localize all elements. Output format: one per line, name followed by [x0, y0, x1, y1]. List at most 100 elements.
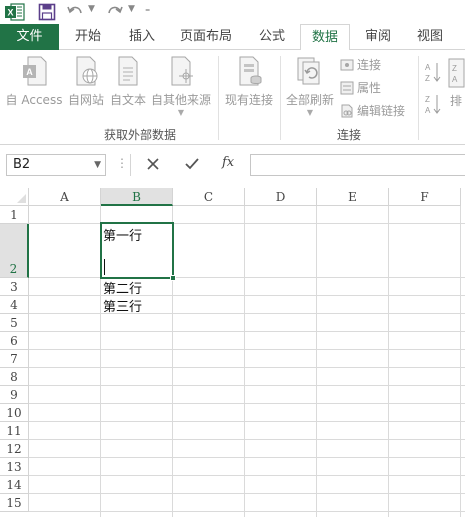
column-header-c[interactable]: C	[173, 188, 245, 206]
row-number: 10	[6, 406, 22, 420]
connections-label: 连接	[357, 58, 382, 72]
select-all-button[interactable]	[0, 188, 29, 206]
save-icon[interactable]	[38, 3, 56, 21]
row-number: 3	[10, 280, 18, 294]
worksheet-grid[interactable]: A B C D E F 1 2 3 4 5 6 7 8 9 10 11 12 1…	[0, 188, 465, 517]
tab-formulas[interactable]: 公式	[250, 24, 294, 50]
tab-file[interactable]: 文件	[0, 24, 59, 50]
formula-bar: B2 ▼ ⋮ fx	[0, 145, 465, 185]
grid-line	[29, 403, 465, 404]
cancel-icon[interactable]	[146, 157, 160, 171]
row-header-10[interactable]: 10	[0, 404, 29, 422]
redo-icon[interactable]	[106, 3, 124, 21]
row-header-15[interactable]: 15	[0, 494, 29, 512]
chevron-down-icon[interactable]: ▼	[94, 155, 101, 175]
from-access-button[interactable]: A 自 Access	[4, 54, 64, 108]
sort-descending-icon[interactable]: Z A	[424, 92, 442, 116]
existing-connections-button[interactable]: 现有连接	[222, 54, 276, 108]
from-web-label: 自网站	[67, 93, 104, 107]
row-header-4[interactable]: 4	[0, 296, 29, 314]
grid-line	[244, 206, 245, 517]
cell-b4[interactable]: 第三行	[103, 296, 142, 315]
row-header-13[interactable]: 13	[0, 458, 29, 476]
sort-icon[interactable]: Z A	[448, 58, 465, 88]
edit-links-button[interactable]: 编辑链接	[340, 102, 405, 122]
row-header-14[interactable]: 14	[0, 476, 29, 494]
undo-dropdown-icon[interactable]: ▼	[88, 4, 95, 14]
row-header-7[interactable]: 7	[0, 350, 29, 368]
grid-line	[316, 206, 317, 517]
fill-handle[interactable]	[170, 275, 176, 281]
tab-page-layout[interactable]: 页面布局	[174, 24, 238, 50]
row-header-5[interactable]: 5	[0, 314, 29, 332]
customize-qat-icon[interactable]: ₌	[145, 4, 150, 15]
tab-review[interactable]: 审阅	[356, 24, 400, 50]
from-other-sources-button[interactable]: 自其他来源 ▼	[148, 54, 214, 117]
refresh-all-label: 全部刷新	[285, 93, 334, 107]
row-header-2[interactable]: 2	[0, 224, 29, 278]
row-number: 8	[10, 370, 18, 384]
existing-connections-icon	[239, 56, 262, 86]
column-header-d[interactable]: D	[245, 188, 317, 206]
grid-line	[29, 493, 465, 494]
properties-icon	[340, 81, 354, 95]
column-header-b[interactable]: B	[101, 188, 173, 206]
svg-text:X: X	[7, 8, 13, 18]
web-icon	[76, 56, 98, 86]
svg-text:A: A	[425, 106, 431, 115]
insert-function-button[interactable]: fx	[222, 155, 234, 170]
chevron-down-icon: ▼	[306, 108, 314, 117]
connections-button[interactable]: 连接	[340, 56, 381, 76]
cell-b3[interactable]: 第二行	[103, 278, 142, 297]
select-all-icon	[17, 194, 26, 203]
from-other-sources-label: 自其他来源	[150, 93, 211, 107]
resize-handle-icon[interactable]: ⋮	[116, 156, 128, 170]
chevron-down-icon: ▼	[177, 108, 185, 117]
row-header-3[interactable]: 3	[0, 278, 29, 296]
name-box[interactable]: B2 ▼	[6, 154, 106, 176]
column-header-f[interactable]: F	[389, 188, 461, 206]
group-label-get-external-data: 获取外部数据	[104, 128, 177, 142]
from-text-button[interactable]: 自文本	[107, 54, 149, 108]
enter-check-icon[interactable]	[184, 157, 200, 171]
grid-line	[29, 385, 465, 386]
column-header-a[interactable]: A	[29, 188, 101, 206]
row-number: 6	[10, 334, 18, 348]
svg-text:Z: Z	[452, 64, 457, 73]
sort-ascending-icon[interactable]: A Z	[424, 60, 442, 84]
from-web-button[interactable]: 自网站	[64, 54, 108, 108]
formula-input[interactable]	[250, 154, 465, 176]
row-header-8[interactable]: 8	[0, 368, 29, 386]
tab-view[interactable]: 视图	[408, 24, 452, 50]
grid-line	[29, 421, 465, 422]
row-header-6[interactable]: 6	[0, 332, 29, 350]
undo-icon[interactable]	[66, 3, 84, 21]
sort-label[interactable]: 排	[450, 92, 462, 109]
text-file-icon	[118, 56, 138, 86]
text-cursor	[104, 259, 105, 275]
row-header-11[interactable]: 11	[0, 422, 29, 440]
redo-dropdown-icon[interactable]: ▼	[128, 4, 135, 14]
grid-line	[29, 439, 465, 440]
row-number: 14	[6, 478, 22, 492]
active-cell-border	[100, 222, 176, 281]
grid-line	[388, 206, 389, 517]
group-divider	[280, 56, 281, 140]
tab-insert[interactable]: 插入	[120, 24, 164, 50]
tab-home[interactable]: 开始	[66, 24, 110, 50]
ribbon-data: A 自 Access 自网站 自文本 自其他来源 ▼ 获取外部数据 现有连接 全…	[0, 50, 465, 145]
properties-button[interactable]: 属性	[340, 79, 381, 99]
row-header-9[interactable]: 9	[0, 386, 29, 404]
refresh-all-button[interactable]: 全部刷新 ▼	[284, 54, 336, 117]
tab-data[interactable]: 数据	[300, 24, 350, 51]
group-divider	[418, 56, 419, 140]
connections-icon	[340, 59, 354, 71]
grid-line	[460, 206, 461, 517]
edit-links-icon	[341, 104, 353, 118]
svg-text:Z: Z	[425, 95, 430, 104]
row-number: 2	[9, 262, 18, 276]
row-header-1[interactable]: 1	[0, 206, 29, 224]
row-header-12[interactable]: 12	[0, 440, 29, 458]
column-header-e[interactable]: E	[317, 188, 389, 206]
grid-line	[29, 367, 465, 368]
